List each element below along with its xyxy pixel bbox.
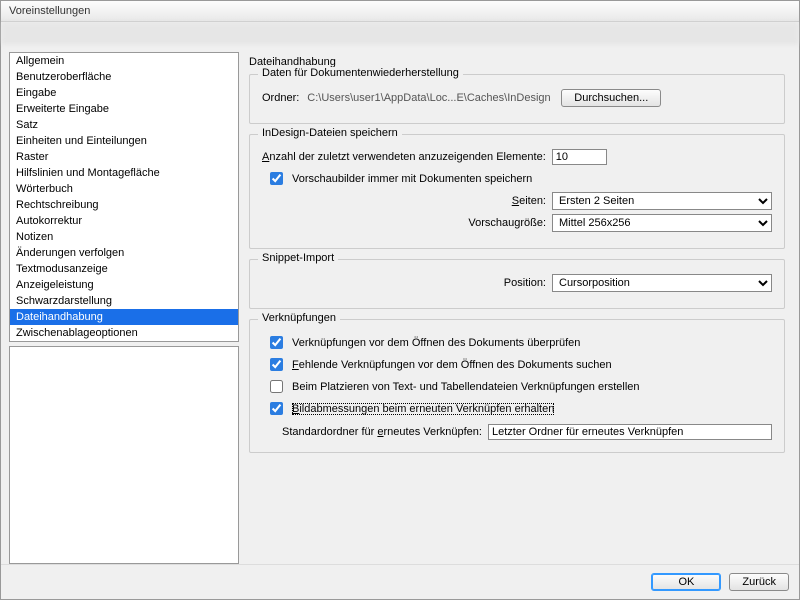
sidebar-item-autokorrektur[interactable]: Autokorrektur bbox=[10, 213, 238, 229]
sidebar-item-raster[interactable]: Raster bbox=[10, 149, 238, 165]
sidebar-item-einheiten-und-einteilungen[interactable]: Einheiten und Einteilungen bbox=[10, 133, 238, 149]
always-save-preview-checkbox[interactable] bbox=[270, 172, 283, 185]
create-links-on-place-checkbox[interactable] bbox=[270, 380, 283, 393]
window-title: Voreinstellungen bbox=[1, 1, 799, 22]
sidebar-item-anzeigeleistung[interactable]: Anzeigeleistung bbox=[10, 277, 238, 293]
group-recovery: Daten für Dokumentenwiederherstellung Or… bbox=[249, 74, 785, 124]
sidebar-item-dateihandhabung[interactable]: Dateihandhabung bbox=[10, 309, 238, 325]
pages-select[interactable]: Ersten 2 Seiten bbox=[552, 192, 772, 210]
sidebar-item-schwarzdarstellung[interactable]: Schwarzdarstellung bbox=[10, 293, 238, 309]
category-description bbox=[9, 346, 239, 564]
recent-count-input[interactable] bbox=[552, 149, 607, 165]
group-snippet-legend: Snippet-Import bbox=[258, 252, 338, 264]
create-links-on-place-label: Beim Platzieren von Text- und Tabellenda… bbox=[292, 381, 640, 393]
always-save-preview-label: Vorschaubilder immer mit Dokumenten spei… bbox=[292, 173, 532, 185]
check-links-before-open-checkbox[interactable] bbox=[270, 336, 283, 349]
dialog-footer: OK Zurück bbox=[1, 564, 799, 599]
find-missing-links-checkbox[interactable] bbox=[270, 358, 283, 371]
snippet-position-label: Position: bbox=[286, 277, 546, 289]
preview-size-label: Vorschaugröße: bbox=[286, 217, 546, 229]
check-links-before-open-label: Verknüpfungen vor dem Öffnen des Dokumen… bbox=[292, 337, 580, 349]
sidebar-item-rechtschreibung[interactable]: Rechtschreibung bbox=[10, 197, 238, 213]
main-panel: Dateihandhabung Daten für Dokumentenwied… bbox=[247, 52, 791, 564]
preserve-dimensions-label: Bildabmessungen beim erneuten Verknüpfen… bbox=[292, 403, 554, 415]
default-relink-folder-label: Standardordner für erneutes Verknüpfen: bbox=[282, 426, 482, 438]
sidebar-item-w-rterbuch[interactable]: Wörterbuch bbox=[10, 181, 238, 197]
sidebar-item-satz[interactable]: Satz bbox=[10, 117, 238, 133]
group-links: Verknüpfungen Verknüpfungen vor dem Öffn… bbox=[249, 319, 785, 453]
group-saving-legend: InDesign-Dateien speichern bbox=[258, 127, 402, 139]
sidebar: AllgemeinBenutzeroberflächeEingabeErweit… bbox=[9, 52, 239, 564]
group-recovery-legend: Daten für Dokumentenwiederherstellung bbox=[258, 67, 463, 79]
sidebar-item-erweiterte-eingabe[interactable]: Erweiterte Eingabe bbox=[10, 101, 238, 117]
sidebar-item-benutzeroberfl-che[interactable]: Benutzeroberfläche bbox=[10, 69, 238, 85]
ok-button[interactable]: OK bbox=[651, 573, 721, 591]
find-missing-links-label: Fehlende Verknüpfungen vor dem Öffnen de… bbox=[292, 359, 612, 371]
blurred-toolbar bbox=[1, 22, 799, 44]
recovery-path-field bbox=[305, 91, 555, 105]
snippet-position-select[interactable]: Cursorposition bbox=[552, 274, 772, 292]
cancel-button[interactable]: Zurück bbox=[729, 573, 789, 591]
sidebar-item--nderungen-verfolgen[interactable]: Änderungen verfolgen bbox=[10, 245, 238, 261]
pages-label: Seiten: bbox=[286, 195, 546, 207]
sidebar-item-allgemein[interactable]: Allgemein bbox=[10, 53, 238, 69]
browse-button[interactable]: Durchsuchen... bbox=[561, 89, 661, 107]
preferences-window: Voreinstellungen AllgemeinBenutzeroberfl… bbox=[0, 0, 800, 600]
preserve-dimensions-checkbox[interactable] bbox=[270, 402, 283, 415]
group-snippet: Snippet-Import Position: Cursorposition bbox=[249, 259, 785, 309]
sidebar-item-hilfslinien-und-montagefl-che[interactable]: Hilfslinien und Montagefläche bbox=[10, 165, 238, 181]
sidebar-item-notizen[interactable]: Notizen bbox=[10, 229, 238, 245]
folder-label: Ordner: bbox=[262, 92, 299, 104]
recent-count-label: Anzahl der zuletzt verwendeten anzuzeige… bbox=[262, 151, 546, 163]
sidebar-item-eingabe[interactable]: Eingabe bbox=[10, 85, 238, 101]
default-relink-folder-input[interactable] bbox=[488, 424, 772, 440]
category-list[interactable]: AllgemeinBenutzeroberflächeEingabeErweit… bbox=[9, 52, 239, 342]
sidebar-item-textmodusanzeige[interactable]: Textmodusanzeige bbox=[10, 261, 238, 277]
preview-size-select[interactable]: Mittel 256x256 bbox=[552, 214, 772, 232]
group-saving: InDesign-Dateien speichern Anzahl der zu… bbox=[249, 134, 785, 249]
group-links-legend: Verknüpfungen bbox=[258, 312, 340, 324]
sidebar-item-zwischenablageoptionen[interactable]: Zwischenablageoptionen bbox=[10, 325, 238, 341]
